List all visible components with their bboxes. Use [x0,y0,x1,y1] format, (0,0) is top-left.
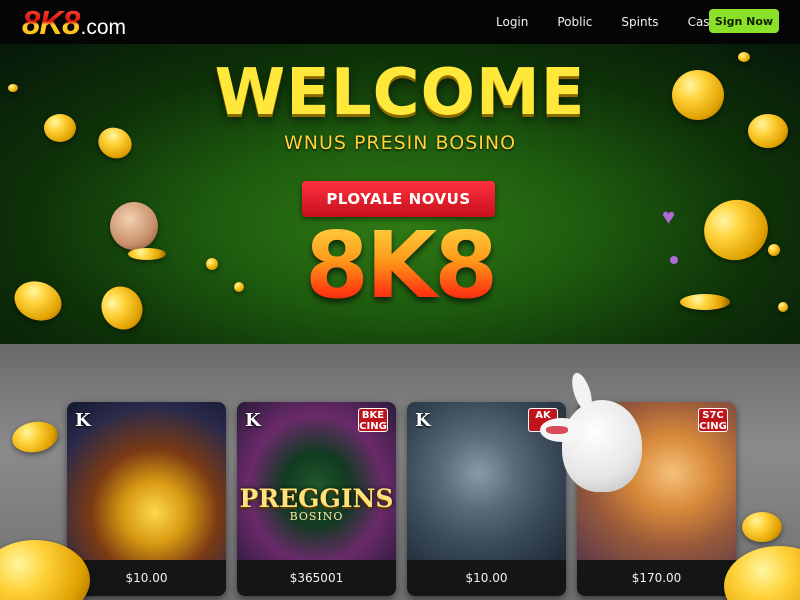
game-subtitle: BOSINO [289,510,344,523]
hero-subtitle: WNUS PRESIN BOSINO [283,132,517,154]
game-price: $10.00 [407,560,566,596]
game-price: $10.00 [67,560,226,596]
hero-banner: ♥ WELCOME WNUS PRESIN BOSINO PLOYALE NOV… [0,44,800,344]
game-card[interactable]: K BKE CING PREGGINS BOSINO $365001 [237,402,396,596]
casino-landing-page: 8K8 .com Login Poblic Spints Casinus Sig… [0,0,800,600]
sign-now-button[interactable]: Sign Now [709,9,779,33]
card-rank-label: K [245,410,261,431]
logo-domain-suffix: .com [80,16,127,39]
logo-wordmark: 8K8 [22,4,81,41]
game-title: PREGGINS [239,484,394,513]
game-badge: BKE CING [358,408,388,432]
site-logo[interactable]: 8K8 .com [22,4,126,42]
hero-title: WELCOME [214,56,586,130]
game-price: $365001 [237,560,396,596]
hero-brand-logo: 8K8 [0,212,800,319]
game-price: $170.00 [577,560,736,596]
card-rank-label: K [75,410,91,431]
nav-link-login[interactable]: Login [496,15,528,29]
game-badge: S7C CING [698,408,728,432]
mascot-creature-icon [540,370,642,492]
gold-coin-icon [742,512,782,542]
game-card[interactable]: K $10.00 [67,402,226,596]
card-rank-label: K [415,410,431,431]
top-nav-bar: 8K8 .com Login Poblic Spints Casinus Sig… [0,0,800,44]
nav-link-spints[interactable]: Spints [621,15,658,29]
nav-link-poblic[interactable]: Poblic [557,15,592,29]
